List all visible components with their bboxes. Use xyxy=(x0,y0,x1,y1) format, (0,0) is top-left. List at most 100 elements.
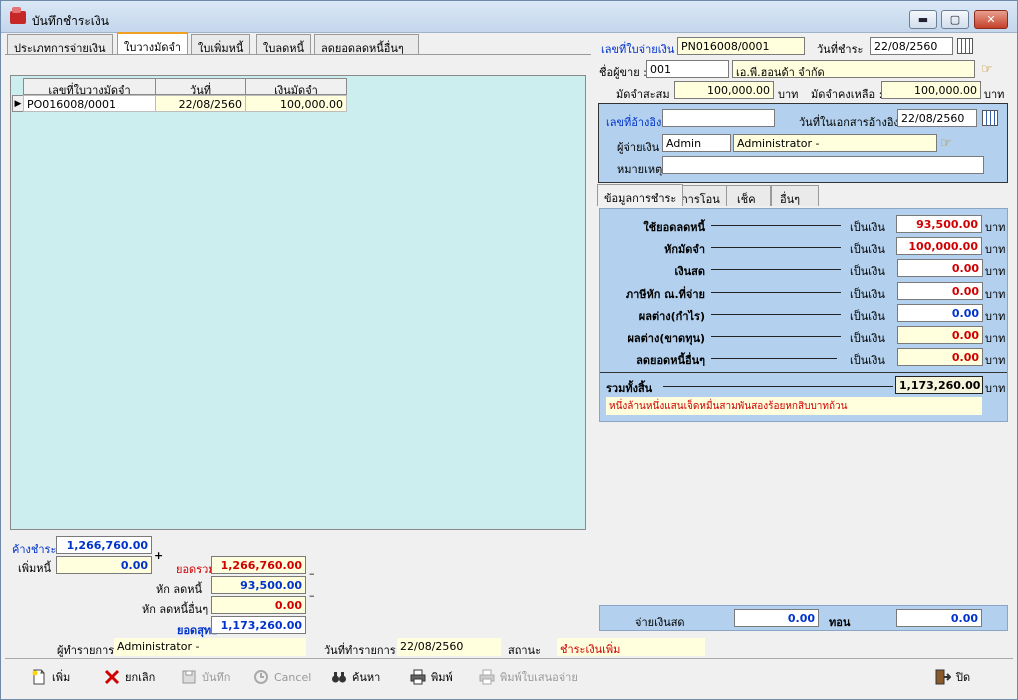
less-credit-label: หัก ลดหนี้ xyxy=(156,583,203,596)
table-row-amount[interactable]: 100,000.00 xyxy=(245,95,347,112)
tab-payment-type[interactable]: ประเภทการจ่ายเงิน xyxy=(7,34,113,55)
exit-door-icon xyxy=(935,669,952,685)
add-debt-label: เพิ่มหนี้ xyxy=(18,562,52,575)
save-button[interactable]: บันทึก xyxy=(181,666,230,688)
baht-label-1: บาท xyxy=(778,88,799,101)
other-reduce-field[interactable]: 0.00 xyxy=(897,348,983,366)
maximize-button[interactable]: ▢ xyxy=(941,10,969,29)
deposit-deduct-field[interactable]: 100,000.00 xyxy=(896,237,982,255)
credit-used-field[interactable]: 93,500.00 xyxy=(896,215,982,233)
cancel-doc-label: ยกเลิก xyxy=(125,671,156,684)
doc-no-label: เลขที่ใบจ่ายเงิน xyxy=(601,43,675,56)
undo-icon xyxy=(253,669,269,685)
pay-date-label: วันที่ชำระ xyxy=(817,43,864,56)
title-bar: บันทึกชำระเงิน ▬ ▢ ✕ xyxy=(1,1,1017,33)
pay-row-baht: บาท xyxy=(985,354,1006,367)
subtab-payment-info[interactable]: ข้อมูลการชำระ xyxy=(597,184,684,206)
pay-date-field[interactable]: 22/08/2560 xyxy=(870,37,953,55)
deposit-total-field: 100,000.00 xyxy=(674,81,774,99)
table-row-doc[interactable]: PO016008/0001 xyxy=(23,95,156,112)
print-offer-button[interactable]: พิมพ์ใบเสนอจ่าย xyxy=(479,666,578,688)
ref-date-field[interactable]: 22/08/2560 xyxy=(897,109,977,127)
subtab-cheque[interactable]: เช็ค xyxy=(726,185,771,206)
cash-paid-field[interactable]: 0.00 xyxy=(734,609,819,627)
table-row-date[interactable]: 22/08/2560 xyxy=(155,95,246,112)
subtab-other[interactable]: อื่นๆ xyxy=(771,185,820,206)
add-button[interactable]: เพิ่ม xyxy=(31,666,70,688)
pay-row-unit: เป็นเงิน xyxy=(850,310,885,323)
less-other-field: 0.00 xyxy=(211,596,306,614)
lookup-payer-icon[interactable]: ☞ xyxy=(940,136,952,151)
dash-line xyxy=(711,292,841,293)
dash-line xyxy=(711,269,841,270)
payer-name-field[interactable]: Administrator - xyxy=(733,134,937,152)
sum-field: 1,266,760.00 xyxy=(211,556,306,574)
pay-row-unit: เป็นเงิน xyxy=(850,332,885,345)
ref-no-field[interactable] xyxy=(662,109,775,127)
user-field: Administrator - xyxy=(114,638,306,656)
change-label: ทอน xyxy=(829,616,851,629)
withholding-tax-field[interactable]: 0.00 xyxy=(897,282,983,300)
dash-line xyxy=(711,247,841,248)
total-divider xyxy=(600,372,1007,373)
tab-deposit[interactable]: ใบวางมัดจำ xyxy=(117,32,189,54)
pay-row-unit: เป็นเงิน xyxy=(850,221,885,234)
cash-field[interactable]: 0.00 xyxy=(897,259,983,277)
printer-disabled-icon xyxy=(479,669,495,685)
seller-name-field[interactable]: เอ.พี.ฮอนด้า จำกัด xyxy=(732,60,975,78)
payment-window: บันทึกชำระเงิน ▬ ▢ ✕ ประเภทการจ่ายเงิน ใ… xyxy=(0,0,1018,700)
close-button[interactable]: ✕ xyxy=(974,10,1008,29)
x-icon xyxy=(104,669,120,685)
grid-header-date[interactable]: วันที่ xyxy=(155,78,246,97)
tab-other-reduce[interactable]: ลดยอดลดหนี้อื่นๆ xyxy=(314,34,419,55)
cancel-doc-button[interactable]: ยกเลิก xyxy=(104,666,155,688)
calendar-icon[interactable] xyxy=(957,38,973,54)
cancel-button[interactable]: Cancel xyxy=(253,666,311,688)
cancel-label: Cancel xyxy=(274,670,312,684)
date-field: 22/08/2560 xyxy=(397,638,501,656)
ref-date-label: วันที่ในเอกสารอ้างอิง xyxy=(799,116,899,129)
print-label: พิมพ์ xyxy=(431,671,453,684)
dash-line xyxy=(711,358,837,359)
tab-credit-note[interactable]: ใบลดหนี้ xyxy=(256,34,312,55)
grid-header-amount[interactable]: เงินมัดจำ xyxy=(245,78,347,97)
close-window-button[interactable]: ปิด xyxy=(935,666,970,688)
pay-row-unit: เป็นเงิน xyxy=(850,354,885,367)
tab-debit-note[interactable]: ใบเพิ่มหนี้ xyxy=(191,34,251,55)
deposit-grid[interactable]: เลขที่ใบวางมัดจำ วันที่ เงินมัดจำ ▶ PO01… xyxy=(10,75,586,530)
gain-field[interactable]: 0.00 xyxy=(897,304,983,322)
print-button[interactable]: พิมพ์ xyxy=(410,666,453,688)
deposit-remain-label: มัดจำคงเหลือ : xyxy=(811,88,883,101)
change-field[interactable]: 0.00 xyxy=(896,609,982,627)
dash-line xyxy=(711,225,841,226)
close-label: ปิด xyxy=(956,671,971,684)
dash-line xyxy=(711,336,841,337)
dash-line xyxy=(711,314,841,315)
minimize-button[interactable]: ▬ xyxy=(909,10,937,29)
user-label: ผู้ทำรายการ xyxy=(57,644,115,657)
pay-row-label: ใช้ยอดลดหนี้ xyxy=(643,221,705,234)
doc-no-field[interactable]: PN016008/0001 xyxy=(677,37,805,55)
minus-sign-1: – xyxy=(309,567,315,580)
plus-sign: + xyxy=(154,549,164,562)
cash-paid-label: จ่ายเงินสด xyxy=(635,616,685,629)
printer-icon xyxy=(410,669,426,685)
search-label: ค้นหา xyxy=(352,671,381,684)
pay-row-baht: บาท xyxy=(985,288,1006,301)
note-field[interactable] xyxy=(662,156,984,174)
reference-panel: เลขที่อ้างอิง วันที่ในเอกสารอ้างอิง 22/0… xyxy=(598,103,1008,183)
loss-field[interactable]: 0.00 xyxy=(897,326,983,344)
floppy-icon xyxy=(181,669,197,685)
sum-label: ยอดรวม xyxy=(176,563,216,576)
lookup-seller-icon[interactable]: ☞ xyxy=(981,62,993,77)
minus-sign-2: – xyxy=(309,589,315,602)
save-label: บันทึก xyxy=(202,671,231,684)
seller-code-field[interactable]: 001 xyxy=(646,60,729,78)
less-other-label: หัก ลดหนี้อื่นๆ xyxy=(142,603,209,616)
ref-calendar-icon[interactable] xyxy=(982,110,998,126)
grid-header-doc[interactable]: เลขที่ใบวางมัดจำ xyxy=(23,78,156,97)
search-button[interactable]: ค้นหา xyxy=(331,666,380,688)
payer-code-field[interactable]: Admin xyxy=(662,134,731,152)
baht-label-2: บาท xyxy=(984,88,1005,101)
toolbar-divider xyxy=(5,658,1013,659)
